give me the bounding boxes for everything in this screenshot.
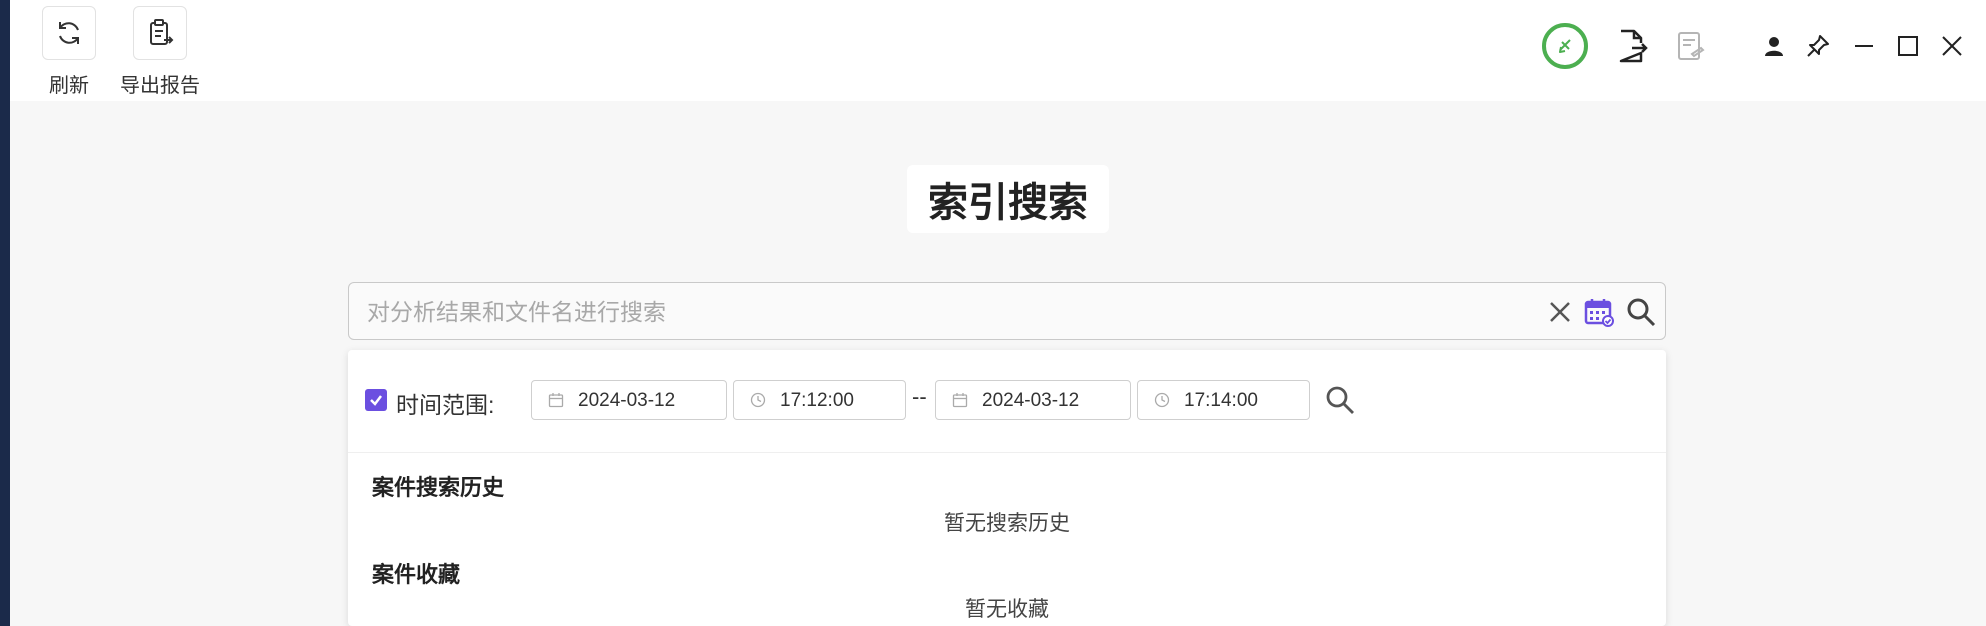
start-time-picker[interactable]: 17:12:00 xyxy=(733,380,906,420)
end-time-picker[interactable]: 17:14:00 xyxy=(1137,380,1310,420)
time-range-row: 时间范围: 2024-03-12 17:12:00 -- 2024-03-12 … xyxy=(348,350,1666,453)
refresh-label: 刷新 xyxy=(49,75,89,97)
status-bell-button[interactable] xyxy=(1542,23,1588,69)
time-range-label: 时间范围: xyxy=(396,392,495,418)
user-button[interactable] xyxy=(1752,24,1796,68)
export-icon-box[interactable] xyxy=(133,6,187,60)
close-window-button[interactable] xyxy=(1930,24,1974,68)
clear-icon xyxy=(1550,302,1570,322)
report-button[interactable] xyxy=(1668,24,1712,68)
favorites-empty: 暂无收藏 xyxy=(965,598,1049,621)
maximize-button[interactable] xyxy=(1886,24,1930,68)
calendar-small-icon xyxy=(952,393,968,408)
search-dropdown-panel: 时间范围: 2024-03-12 17:12:00 -- 2024-03-12 … xyxy=(348,350,1666,626)
favorites-title: 案件收藏 xyxy=(372,562,461,587)
time-search-icon[interactable] xyxy=(1323,383,1357,417)
start-date-picker[interactable]: 2024-03-12 xyxy=(531,380,727,420)
start-time-value: 17:12:00 xyxy=(780,390,854,411)
user-icon xyxy=(1765,37,1783,56)
refresh-button[interactable]: 刷新 xyxy=(42,6,96,98)
end-date-picker[interactable]: 2024-03-12 xyxy=(935,380,1131,420)
maximize-icon xyxy=(1898,36,1918,56)
check-icon xyxy=(370,395,382,406)
search-button[interactable] xyxy=(1625,296,1657,328)
clipboard-export-icon xyxy=(150,19,174,45)
file-export-icon xyxy=(1619,29,1648,63)
search-history-empty: 暂无搜索历史 xyxy=(944,512,1070,535)
top-toolbar: 刷新 导出报告 xyxy=(10,0,1986,101)
calendar-icon xyxy=(1584,299,1614,327)
minimize-icon xyxy=(1855,45,1873,47)
clock-icon xyxy=(1154,392,1170,408)
close-icon xyxy=(1942,36,1962,56)
report-icon xyxy=(1678,32,1705,60)
refresh-icon xyxy=(59,22,79,44)
file-export-button[interactable] xyxy=(1610,24,1654,68)
end-time-value: 17:14:00 xyxy=(1184,390,1258,411)
range-separator: -- xyxy=(912,384,927,409)
export-report-label: 导出报告 xyxy=(120,75,200,97)
time-range-checkbox[interactable] xyxy=(365,389,387,411)
clock-icon xyxy=(750,392,766,408)
search-input[interactable] xyxy=(365,293,1539,331)
page-title: 索引搜索 xyxy=(907,165,1109,233)
start-date-value: 2024-03-12 xyxy=(578,390,676,411)
calendar-small-icon xyxy=(548,393,564,408)
window-left-edge xyxy=(0,0,10,626)
calendar-filter-button[interactable] xyxy=(1583,296,1615,328)
refresh-icon-box[interactable] xyxy=(42,6,96,60)
pin-button[interactable] xyxy=(1796,24,1840,68)
end-date-value: 2024-03-12 xyxy=(982,390,1080,411)
green-bell-icon xyxy=(1559,39,1571,53)
export-report-button[interactable]: 导出报告 xyxy=(120,6,200,98)
clear-search-button[interactable] xyxy=(1544,296,1576,328)
search-history-title: 案件搜索历史 xyxy=(372,475,505,500)
search-bar xyxy=(348,282,1666,340)
minimize-button[interactable] xyxy=(1842,24,1886,68)
pin-icon xyxy=(1807,35,1829,57)
search-icon xyxy=(1627,298,1656,327)
